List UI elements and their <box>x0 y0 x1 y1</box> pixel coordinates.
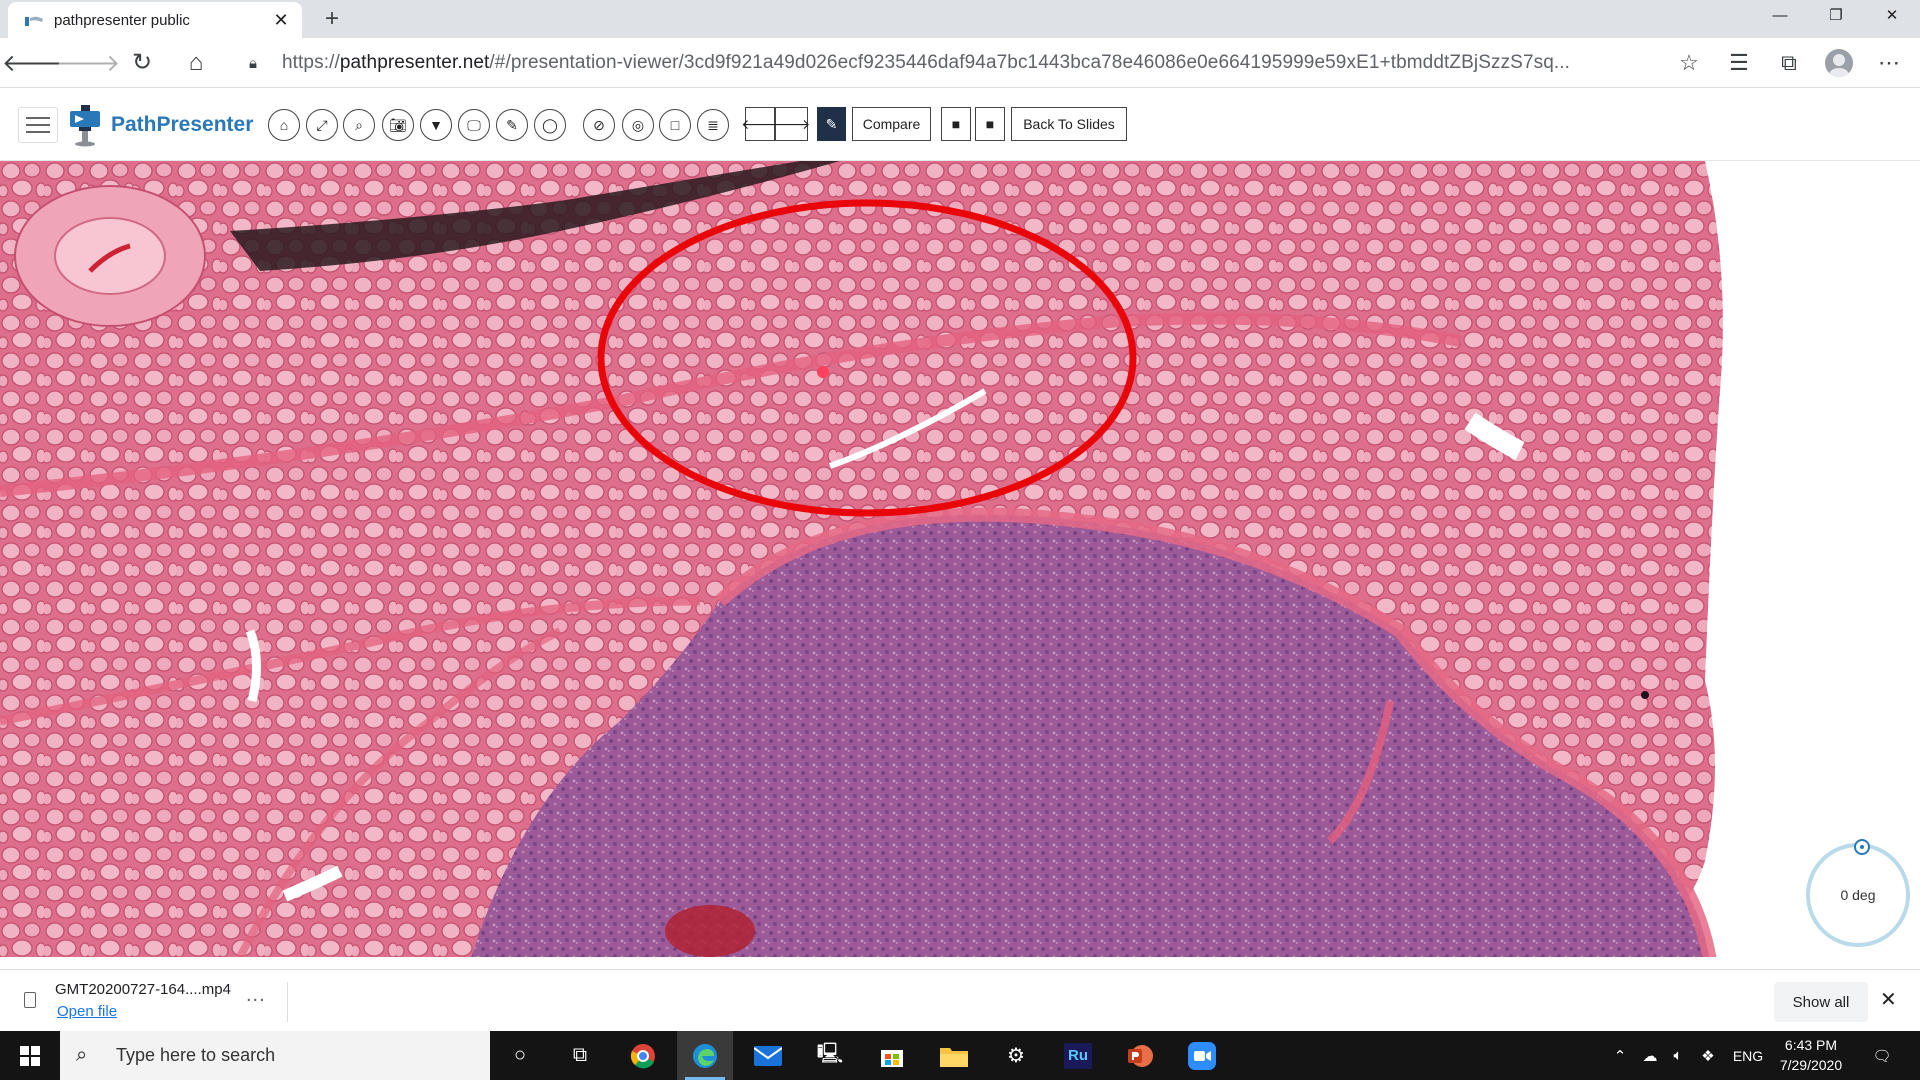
zoom-icon[interactable]: ⌕ <box>343 109 375 141</box>
present-monitor-icon[interactable]: 🖵 <box>458 109 490 141</box>
tab-title: pathpresenter public <box>54 11 190 29</box>
brand-name: PathPresenter <box>111 113 254 136</box>
file-icon <box>24 992 36 1008</box>
browser-tab[interactable]: pathpresenter public ✕ <box>8 2 302 38</box>
forward-arrow-icon[interactable]: 🡒 <box>56 43 120 83</box>
avatar <box>1825 49 1853 77</box>
slide-viewer[interactable]: 0 deg <box>0 161 1920 957</box>
dropbox-icon[interactable]: ❖ <box>1694 1031 1722 1080</box>
clock[interactable]: 6:43 PM 7/29/2020 <box>1766 1035 1856 1075</box>
divider <box>287 982 288 1022</box>
rectangle-tool-icon[interactable]: □ <box>659 109 691 141</box>
minimize-icon[interactable]: — <box>1752 0 1808 30</box>
previous-arrow-icon[interactable]: 🡐 <box>741 107 779 141</box>
rush-label: Ru <box>1064 1042 1092 1069</box>
store-icon[interactable] <box>864 1031 920 1080</box>
slide-image[interactable] <box>0 161 1920 957</box>
window-close-icon[interactable]: ✕ <box>1864 0 1920 30</box>
show-hidden-icons-chevron-icon[interactable]: ⌃ <box>1606 1031 1634 1080</box>
favorite-star-icon[interactable]: ☆ <box>1664 43 1714 83</box>
url-host: pathpresenter.net <box>339 52 490 73</box>
download-bar: GMT20200727-164....mp4 Open file ... Sho… <box>0 969 1920 1031</box>
powerpoint-icon[interactable] <box>1112 1031 1168 1080</box>
stop-icon[interactable]: ■ <box>975 107 1005 141</box>
restore-icon[interactable]: ❐ <box>1808 0 1864 30</box>
next-arrow-icon[interactable]: 🡒 <box>773 107 810 141</box>
snapshot-camera-icon[interactable]: 📷︎ <box>382 109 414 141</box>
clock-time: 6:43 PM <box>1784 1037 1838 1053</box>
pathpresenter-favicon-icon <box>25 16 43 26</box>
remote-desktop-icon[interactable]: 🖳 <box>802 1031 858 1080</box>
tag-icon[interactable]: ✎ <box>817 107 846 141</box>
mail-icon[interactable] <box>740 1031 796 1080</box>
cortana-icon[interactable]: ○ <box>492 1031 548 1080</box>
list-icon[interactable]: ≣ <box>697 109 729 141</box>
compare-button[interactable]: Compare <box>852 107 931 141</box>
volume-icon[interactable]: 🔈︎ <box>1664 1031 1692 1080</box>
favorites-list-icon[interactable]: ☰ <box>1714 43 1764 83</box>
lock-icon: 🔒︎ <box>249 54 257 72</box>
menu-icon[interactable] <box>18 107 58 143</box>
rotation-label: 0 deg <box>1840 887 1876 903</box>
chrome-icon[interactable] <box>615 1031 671 1080</box>
url-scheme: https:// <box>282 52 340 73</box>
target-icon[interactable]: ◎ <box>622 109 654 141</box>
clock-date: 7/29/2020 <box>1779 1057 1843 1073</box>
video-camera-icon[interactable]: ■ <box>941 107 971 141</box>
language-indicator[interactable]: ENG <box>1728 1031 1768 1080</box>
collections-icon[interactable]: ⧉ <box>1764 43 1814 83</box>
windows-start-icon[interactable] <box>8 1039 52 1073</box>
url-path: /#/presentation-viewer/3cd9f921a49d026ec… <box>489 52 1571 73</box>
new-tab-button[interactable]: + <box>318 5 346 33</box>
taskbar-search-box[interactable]: ⌕ Type here to search <box>60 1031 490 1080</box>
annotation-settings-icon[interactable]: ⊘ <box>583 109 615 141</box>
freehand-circle-icon[interactable]: ◯ <box>534 109 566 141</box>
file-explorer-icon[interactable] <box>926 1031 982 1080</box>
network-icon[interactable]: ☁ <box>1636 1031 1664 1080</box>
rotation-handle[interactable] <box>1854 839 1870 855</box>
more-options-icon[interactable]: ⋯ <box>1864 43 1914 83</box>
edge-icon[interactable] <box>677 1031 733 1080</box>
browser-right-icons: ☆ ☰ ⧉ ⋯ <box>1664 43 1914 83</box>
adobe-rush-icon[interactable]: Ru <box>1050 1031 1106 1080</box>
browser-toolbar: 🡐 🡒 ↻ ⌂ 🔒︎ https://pathpresenter.net/#/p… <box>0 38 1920 88</box>
url-text[interactable]: https://pathpresenter.net/#/presentation… <box>282 52 1673 74</box>
taskbar: ⌕ Type here to search ○ ⧉ 🖳 ⚙ Ru ⌃ ☁ 🔈︎ … <box>0 1031 1920 1080</box>
open-file-link[interactable]: Open file <box>57 1003 117 1020</box>
app-toolbar: PathPresenter ⌂ ⤢ ⌕ 📷︎ ▼ 🖵 ✎ ◯ ⊘ ◎ □ ≣ 🡐… <box>0 89 1920 161</box>
task-view-icon[interactable]: ⧉ <box>552 1031 608 1080</box>
window-controls: — ❐ ✕ <box>1752 0 1920 30</box>
download-filename: GMT20200727-164....mp4 <box>55 981 231 998</box>
zoom-meeting-icon[interactable] <box>1174 1031 1230 1080</box>
tab-strip: pathpresenter public ✕ + — ❐ ✕ <box>0 0 1920 38</box>
back-arrow-icon[interactable]: 🡐 <box>2 43 66 83</box>
show-all-button[interactable]: Show all <box>1774 982 1868 1022</box>
notifications-icon[interactable]: 🗨 <box>1862 1031 1902 1080</box>
search-icon: ⌕ <box>76 1044 88 1066</box>
fullscreen-icon[interactable]: ⤢ <box>306 109 338 141</box>
download-more-icon[interactable]: ... <box>246 984 266 1007</box>
profile-avatar[interactable] <box>1814 43 1864 83</box>
browser-window: pathpresenter public ✕ + — ❐ ✕ 🡐 🡒 ↻ ⌂ 🔒… <box>0 0 1920 1080</box>
rotation-dial[interactable]: 0 deg <box>1806 839 1910 947</box>
home-icon[interactable]: ⌂ <box>176 43 216 83</box>
tab-close-icon[interactable]: ✕ <box>270 10 292 31</box>
download-close-icon[interactable]: ✕ <box>1880 987 1897 1012</box>
search-placeholder: Type here to search <box>116 1045 276 1065</box>
address-bar[interactable]: 🔒︎ https://pathpresenter.net/#/presentat… <box>238 44 1673 82</box>
settings-gear-icon[interactable]: ⚙ <box>988 1031 1044 1080</box>
back-to-slides-button[interactable]: Back To Slides <box>1011 107 1127 141</box>
draw-pencil-icon[interactable]: ✎ <box>496 109 528 141</box>
pathpresenter-logo-icon <box>70 105 100 147</box>
reload-icon[interactable]: ↻ <box>122 43 162 83</box>
home-view-icon[interactable]: ⌂ <box>268 109 300 141</box>
filter-icon[interactable]: ▼ <box>420 109 452 141</box>
